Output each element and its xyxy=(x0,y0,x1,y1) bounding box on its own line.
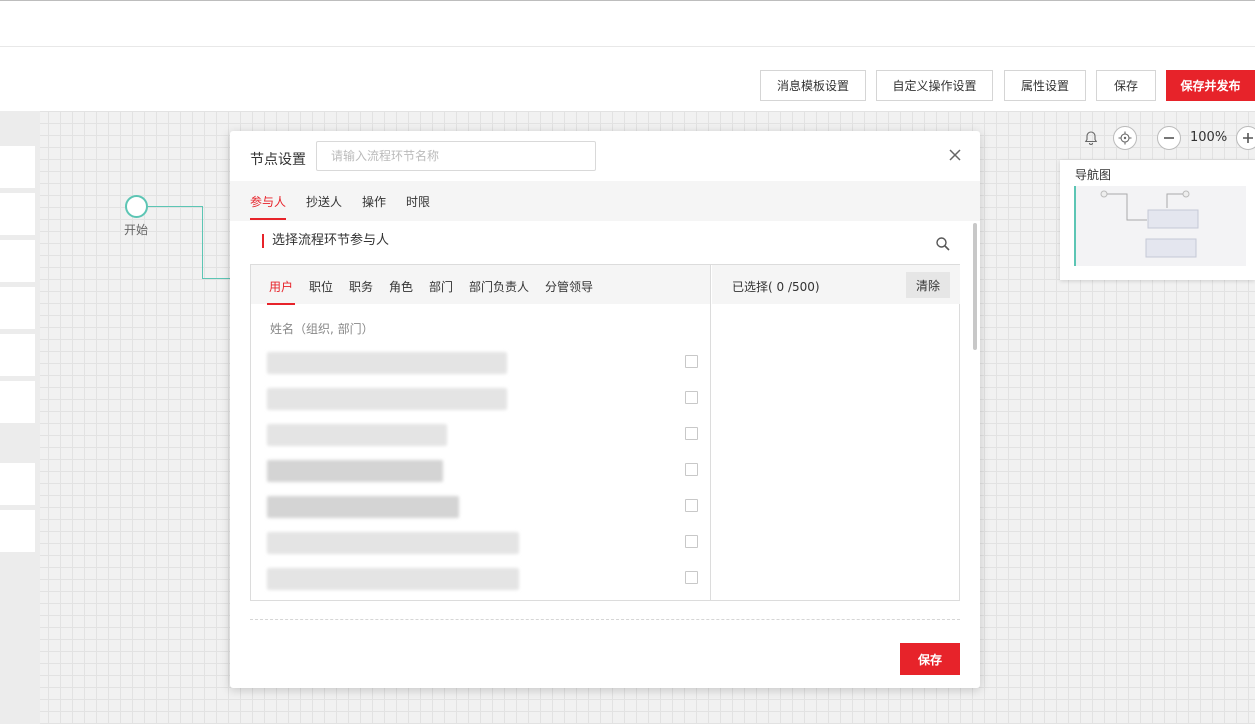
list-header: 姓名（组织, 部门） xyxy=(270,322,374,336)
tab-users[interactable]: 用户 xyxy=(266,278,296,305)
zoom-out-icon[interactable] xyxy=(1157,126,1181,150)
picker-type-tabs: 用户 职位 职务 角色 部门 部门负责人 分管领导 xyxy=(251,265,710,305)
tab-operations[interactable]: 操作 xyxy=(362,193,386,210)
zoom-in-icon[interactable] xyxy=(1236,126,1255,150)
list-item[interactable] xyxy=(267,456,707,484)
dialog-title: 节点设置 xyxy=(250,152,306,168)
custom-action-button[interactable]: 自定义操作设置 xyxy=(876,70,993,101)
clear-button[interactable]: 清除 xyxy=(906,272,950,298)
flow-edge xyxy=(202,278,232,279)
bell-icon[interactable] xyxy=(1079,126,1103,150)
close-icon[interactable] xyxy=(946,146,964,164)
editor-toolbar: 消息模板设置 自定义操作设置 属性设置 保存 保存并发布 xyxy=(0,47,1255,111)
selected-count: 已选择( 0 /500) xyxy=(732,280,820,294)
navigator-title: 导航图 xyxy=(1075,168,1112,182)
redacted-name xyxy=(267,496,459,518)
selected-panel: 已选择( 0 /500) 清除 xyxy=(712,265,960,600)
start-node[interactable] xyxy=(125,195,148,218)
save-and-publish-button[interactable]: 保存并发布 xyxy=(1166,70,1255,101)
candidate-panel: 用户 职位 职务 角色 部门 部门负责人 分管领导 姓名（组织, 部门） xyxy=(251,265,711,600)
start-node-label: 开始 xyxy=(124,223,149,237)
dialog-scrollbar[interactable] xyxy=(973,223,977,350)
row-checkbox[interactable] xyxy=(685,427,698,440)
navigator-panel: 导航图 xyxy=(1060,160,1255,280)
tab-participants[interactable]: 参与人 xyxy=(250,193,287,220)
top-bar xyxy=(0,0,1255,47)
redacted-name xyxy=(267,424,447,446)
tab-duties[interactable]: 职务 xyxy=(349,278,373,295)
palette-item[interactable] xyxy=(0,510,35,552)
flow-edge xyxy=(202,206,203,279)
node-palette xyxy=(0,111,40,724)
node-name-input[interactable] xyxy=(316,141,596,171)
redacted-name xyxy=(267,352,507,374)
list-item[interactable] xyxy=(267,348,707,376)
tab-roles[interactable]: 角色 xyxy=(389,278,413,295)
list-item[interactable] xyxy=(267,528,707,556)
palette-item[interactable] xyxy=(0,334,35,376)
node-settings-dialog: 节点设置 参与人 抄送人 操作 时限 选择流程环节参与人 用户 职位 职务 角色… xyxy=(230,131,980,688)
list-item[interactable] xyxy=(267,420,707,448)
tab-positions[interactable]: 职位 xyxy=(309,278,333,295)
row-checkbox[interactable] xyxy=(685,499,698,512)
palette-item[interactable] xyxy=(0,287,35,329)
properties-button[interactable]: 属性设置 xyxy=(1004,70,1086,101)
search-icon[interactable] xyxy=(935,236,951,252)
palette-item[interactable] xyxy=(0,381,35,423)
locate-icon[interactable] xyxy=(1113,126,1137,150)
palette-item[interactable] xyxy=(0,193,35,235)
row-checkbox[interactable] xyxy=(685,355,698,368)
selected-header: 已选择( 0 /500) 清除 xyxy=(712,265,960,304)
list-item[interactable] xyxy=(267,564,707,592)
dialog-save-button[interactable]: 保存 xyxy=(900,643,960,675)
section-title: 选择流程环节参与人 xyxy=(262,234,389,248)
tab-departments[interactable]: 部门 xyxy=(429,278,453,295)
dialog-tabs: 参与人 抄送人 操作 时限 xyxy=(230,181,980,221)
flow-edge xyxy=(148,206,203,207)
list-item[interactable] xyxy=(267,492,707,520)
tab-dept-heads[interactable]: 部门负责人 xyxy=(469,278,529,295)
row-checkbox[interactable] xyxy=(685,571,698,584)
tab-cc[interactable]: 抄送人 xyxy=(306,193,342,210)
redacted-name xyxy=(267,532,519,554)
list-item[interactable] xyxy=(267,384,707,412)
tab-supervising-leaders[interactable]: 分管领导 xyxy=(545,278,593,295)
palette-item[interactable] xyxy=(0,463,35,505)
redacted-name xyxy=(267,460,443,482)
navigator-viewport[interactable] xyxy=(1074,186,1246,266)
divider xyxy=(250,619,960,620)
participant-picker: 用户 职位 职务 角色 部门 部门负责人 分管领导 姓名（组织, 部门） 已选择… xyxy=(250,264,960,601)
palette-item[interactable] xyxy=(0,240,35,282)
zoom-level: 100% xyxy=(1190,130,1228,145)
tab-time-limit[interactable]: 时限 xyxy=(406,193,430,210)
redacted-name xyxy=(267,388,507,410)
palette-item[interactable] xyxy=(0,146,35,188)
row-checkbox[interactable] xyxy=(685,391,698,404)
message-template-button[interactable]: 消息模板设置 xyxy=(760,70,866,101)
row-checkbox[interactable] xyxy=(685,535,698,548)
redacted-name xyxy=(267,568,519,590)
row-checkbox[interactable] xyxy=(685,463,698,476)
save-button[interactable]: 保存 xyxy=(1096,70,1156,101)
